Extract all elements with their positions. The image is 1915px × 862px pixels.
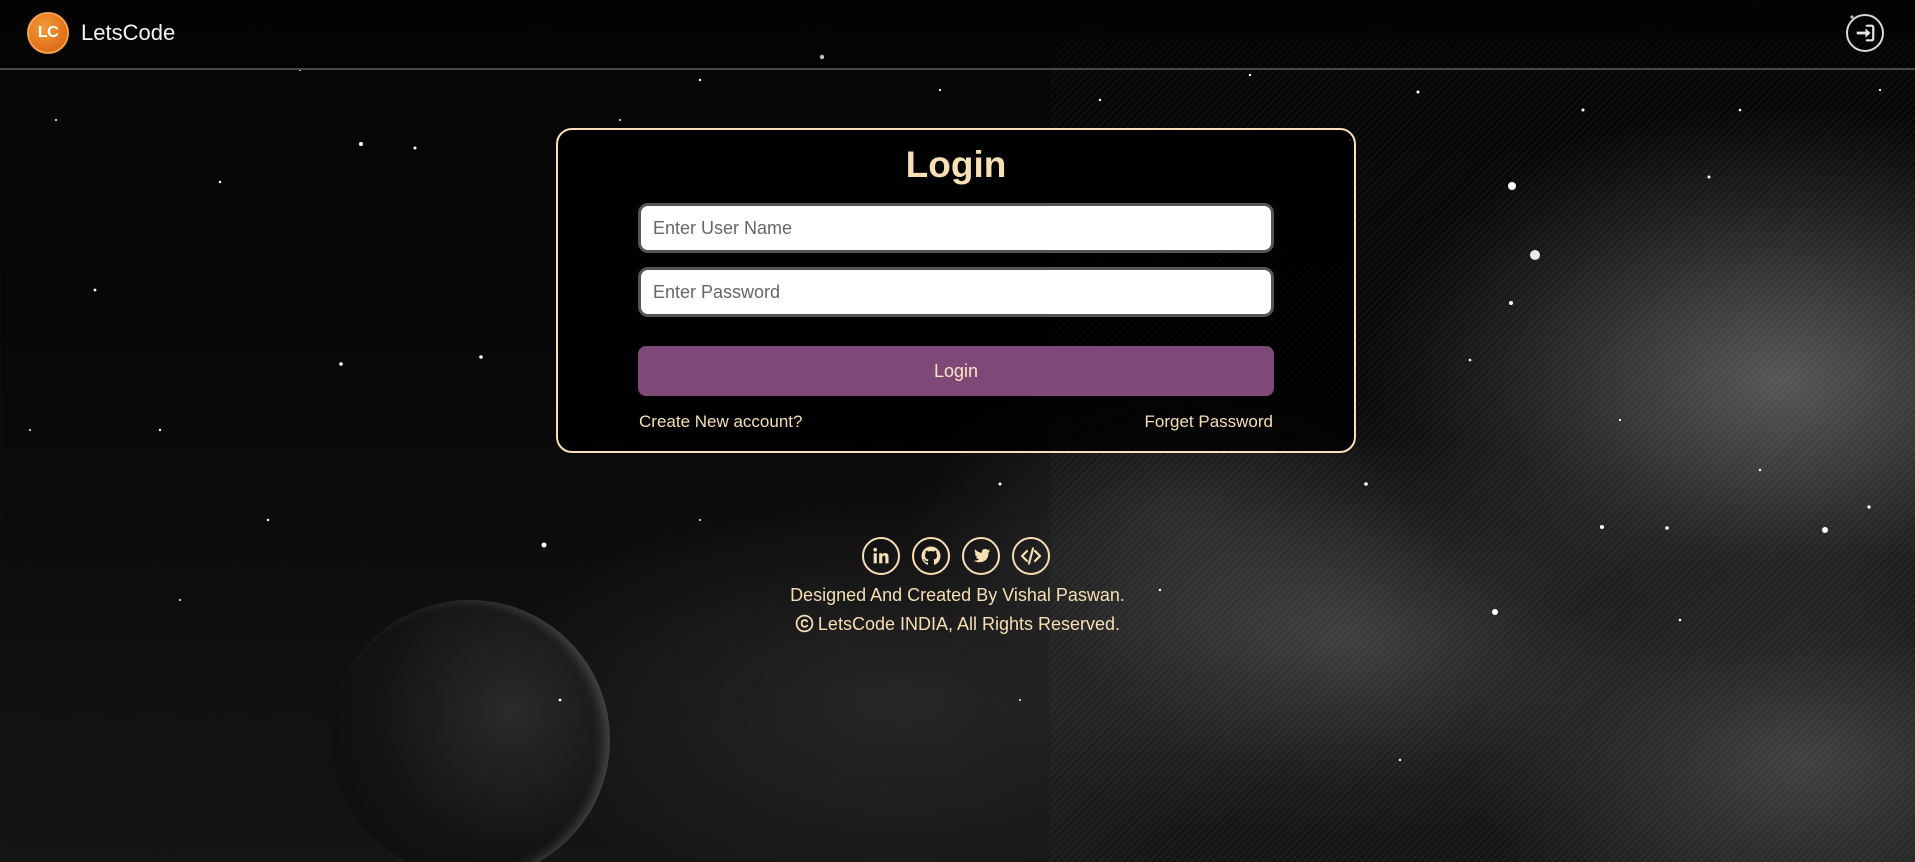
- linkedin-link[interactable]: [862, 537, 900, 575]
- password-input[interactable]: [638, 267, 1274, 317]
- login-card: Login Login Create New account? Forget P…: [556, 128, 1356, 453]
- footer-copyright: LetsCode INDIA, All Rights Reserved.: [0, 614, 1915, 635]
- twitter-icon: [973, 548, 991, 563]
- login-button[interactable]: Login: [638, 346, 1274, 396]
- login-nav-button[interactable]: [1846, 14, 1884, 52]
- username-input[interactable]: [638, 203, 1274, 253]
- brand-logo: LC: [27, 12, 69, 54]
- brand[interactable]: LC LetsCode: [27, 12, 175, 54]
- code-link[interactable]: [1012, 537, 1050, 575]
- login-title: Login: [905, 144, 1007, 185]
- copyright-icon: [795, 614, 814, 633]
- forgot-password-link[interactable]: Forget Password: [1145, 412, 1274, 432]
- top-navbar: LC LetsCode: [0, 0, 1915, 70]
- linkedin-icon: [873, 547, 889, 564]
- brand-name: LetsCode: [81, 20, 176, 45]
- sign-in-icon: [1856, 24, 1875, 42]
- copyright-text: LetsCode INDIA, All Rights Reserved.: [817, 614, 1121, 634]
- github-link[interactable]: [912, 537, 950, 575]
- code-icon: [1020, 547, 1042, 565]
- create-account-link[interactable]: Create New account?: [639, 412, 802, 432]
- footer-credit: Designed And Created By Vishal Paswan.: [790, 585, 1125, 605]
- background-planet: [330, 600, 610, 862]
- twitter-link[interactable]: [962, 537, 1000, 575]
- github-icon: [921, 546, 941, 565]
